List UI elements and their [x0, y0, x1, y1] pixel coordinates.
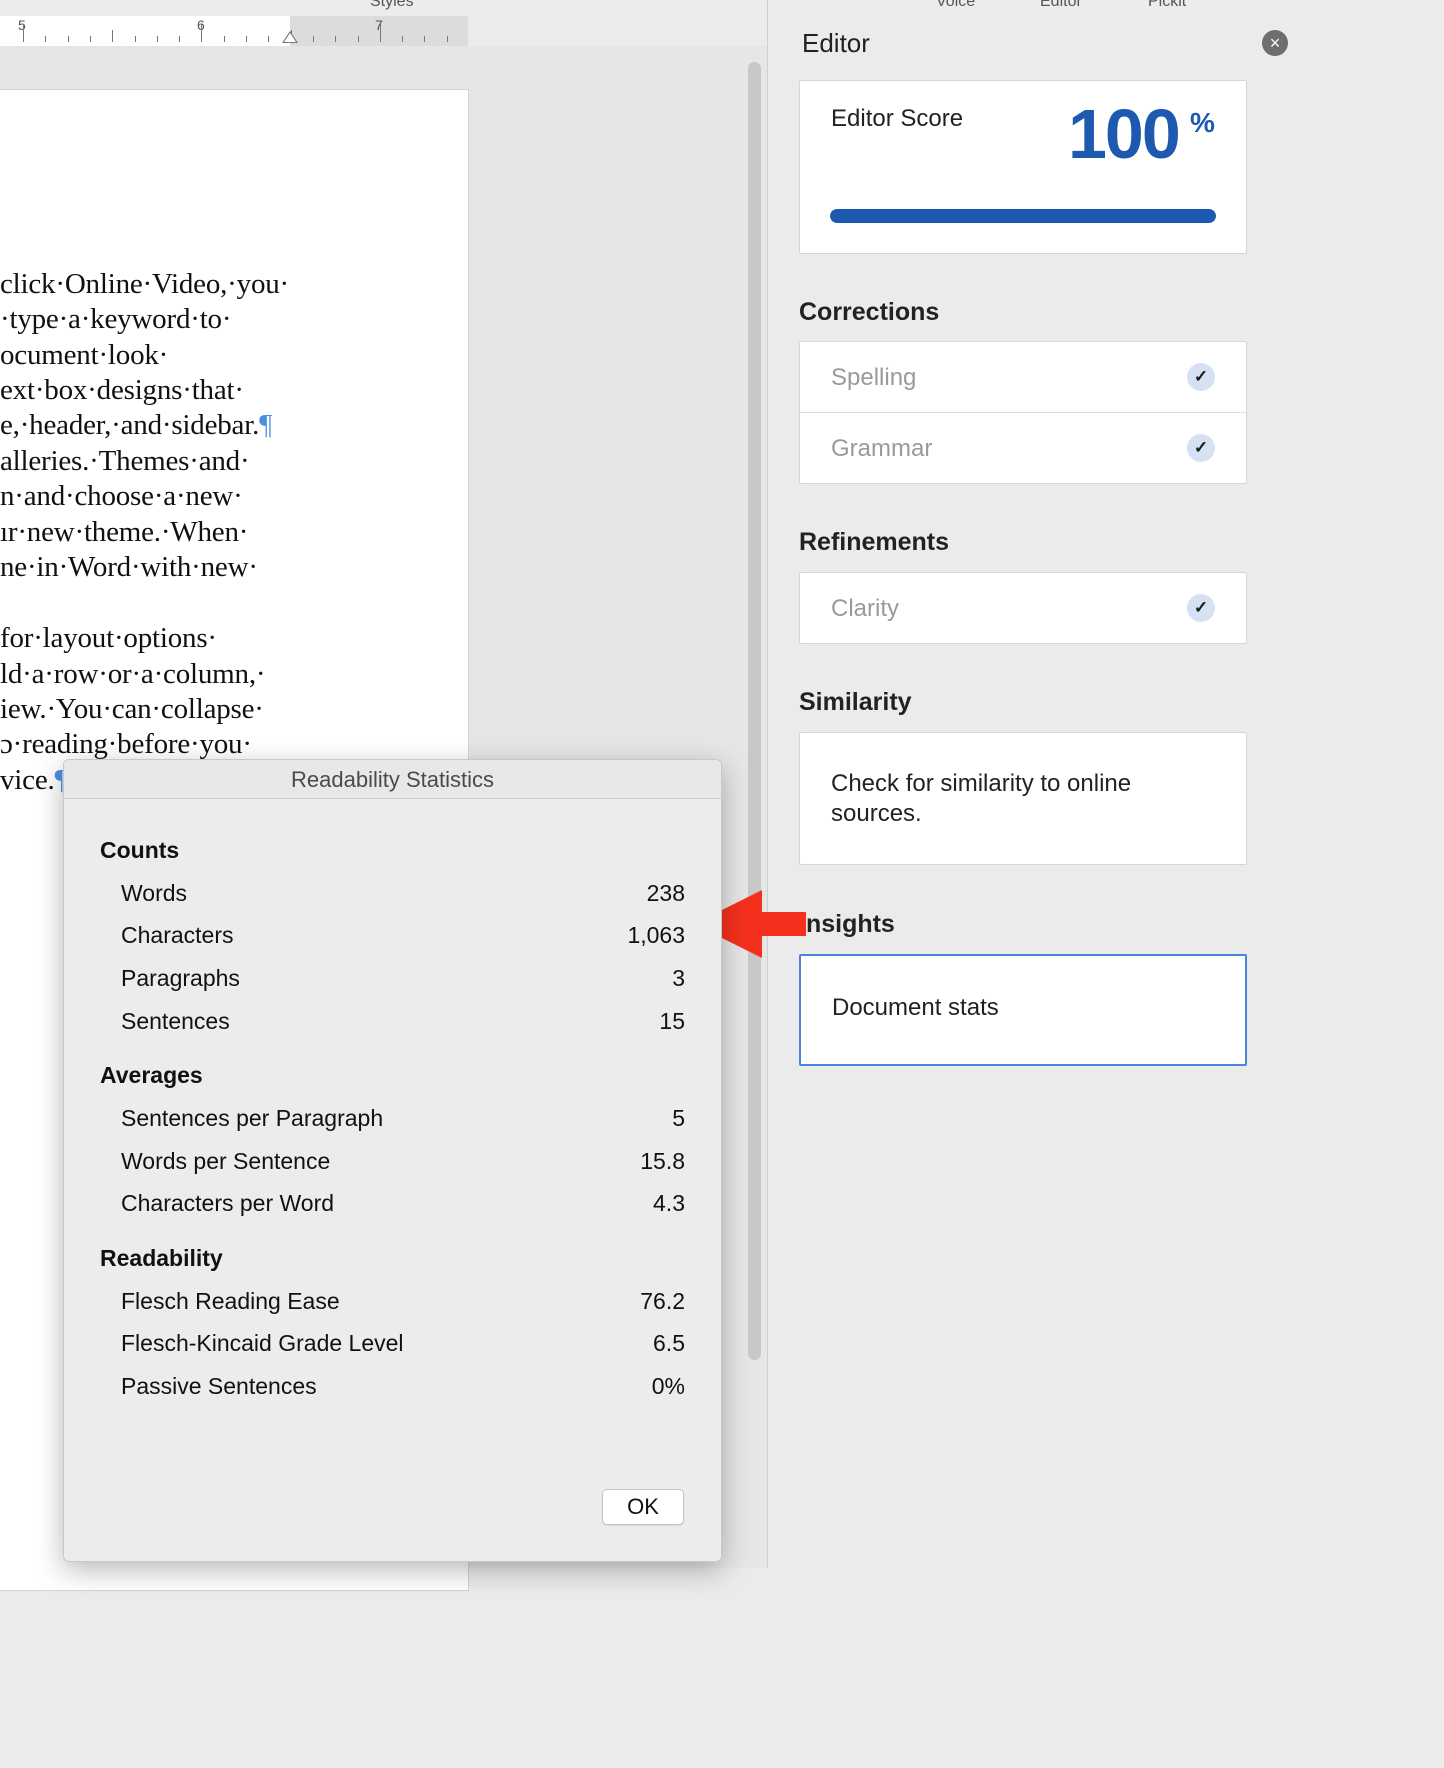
document-line: vice.¶ — [0, 764, 68, 797]
ruler-tick — [357, 36, 359, 42]
words-per-sentence-value: 15.8 — [640, 1148, 685, 1174]
document-line-text: vice. — [0, 764, 55, 796]
editor-ribbon-button[interactable]: Editor — [1040, 0, 1082, 11]
editor-score-bar-fill — [830, 209, 1216, 223]
editor-score-card: Editor Score 100 % — [799, 80, 1247, 254]
paragraphs-value: 3 — [672, 965, 685, 991]
ruler-tick — [223, 36, 225, 42]
editor-score-value: 100 — [1068, 95, 1181, 173]
flesch-reading-ease-value: 76.2 — [640, 1288, 685, 1314]
ruler-tick — [45, 36, 47, 42]
ruler-tick — [446, 36, 448, 42]
ruler-tick — [402, 36, 404, 42]
close-icon[interactable]: × — [1262, 30, 1288, 56]
ruler-tick — [89, 36, 91, 42]
check-icon: ✓ — [1187, 363, 1215, 391]
ok-button[interactable]: OK — [602, 1489, 684, 1525]
document-line: ld·a·row·or·a·column,· — [0, 658, 266, 690]
sentences-value: 15 — [659, 1008, 685, 1034]
ruler-tick — [379, 24, 381, 42]
ruler-tick — [23, 24, 24, 42]
sentences-label: Sentences — [121, 1008, 230, 1034]
sentences-per-paragraph-label: Sentences per Paragraph — [121, 1105, 384, 1131]
ruler-tick — [156, 36, 158, 42]
passive-sentences-label: Passive Sentences — [121, 1373, 317, 1399]
ruler-tick — [268, 36, 270, 42]
words-per-sentence-label: Words per Sentence — [121, 1148, 331, 1174]
styles-button[interactable]: Styles — [370, 0, 414, 11]
document-stats-card[interactable]: Document stats — [799, 954, 1247, 1066]
document-line: n·and·choose·a·new· — [0, 480, 243, 512]
clarity-row[interactable]: Clarity ✓ — [800, 573, 1246, 643]
document-line: ·type·a·keyword·to· — [0, 303, 232, 335]
editor-pane: Editor × Editor Score 100 % Corrections … — [768, 16, 1288, 1568]
pickit-button[interactable]: Pickit — [1148, 0, 1186, 11]
ruler-tick — [112, 30, 114, 42]
right-indent-marker[interactable] — [282, 31, 298, 43]
editor-score-unit: % — [1190, 107, 1215, 138]
corrections-heading: Corrections — [799, 298, 940, 326]
pilcrow-icon: ¶ — [259, 409, 273, 441]
ruler-tick — [67, 36, 69, 42]
document-line: ır·new·theme.·When· — [0, 516, 249, 548]
words-value: 238 — [646, 880, 685, 906]
clarity-label: Clarity — [831, 595, 900, 622]
dialog-title[interactable]: Readability Statistics — [64, 760, 721, 799]
document-line: ext·box·designs·that· — [0, 374, 244, 406]
document-line: alleries.·Themes·and· — [0, 445, 250, 477]
characters-label: Characters — [121, 922, 234, 948]
ruler-tick — [312, 36, 314, 42]
voice-button[interactable]: Voice — [936, 0, 975, 11]
characters-per-word-value: 4.3 — [653, 1190, 685, 1216]
similarity-text: Check for similarity to online sources. — [831, 770, 1132, 827]
words-label: Words — [121, 880, 188, 906]
grammar-row[interactable]: Grammar ✓ — [800, 413, 1246, 483]
document-line: click·Online·Video,·you· — [0, 268, 289, 300]
spelling-row[interactable]: Spelling ✓ — [800, 342, 1246, 413]
pane-title: Editor — [802, 28, 870, 58]
ruler-tick — [424, 36, 426, 42]
editor-score-label: Editor Score — [831, 105, 964, 132]
document-line: ocument·look· — [0, 339, 169, 371]
document-line: ne·in·Word·with·new· — [0, 551, 258, 583]
characters-value: 1,063 — [627, 922, 685, 948]
document-stats-label: Document stats — [832, 994, 999, 1021]
flesch-kincaid-grade-value: 6.5 — [653, 1330, 685, 1356]
grammar-label: Grammar — [831, 435, 933, 462]
refinements-heading: Refinements — [799, 528, 950, 556]
similarity-heading: Similarity — [799, 688, 912, 716]
check-icon: ✓ — [1187, 434, 1215, 462]
refinements-card: Clarity ✓ — [799, 572, 1247, 644]
horizontal-ruler[interactable]: 5 6 7 — [0, 16, 468, 47]
readability-statistics-dialog: Readability Statistics Counts Words 238 … — [63, 759, 722, 1562]
corrections-card: Spelling ✓ Grammar ✓ — [799, 341, 1247, 484]
averages-heading: Averages — [100, 1062, 203, 1088]
flesch-reading-ease-label: Flesch Reading Ease — [121, 1288, 340, 1314]
document-line: ɔ·reading·before·you· — [0, 728, 252, 760]
insights-heading: Insights — [799, 910, 895, 938]
spelling-label: Spelling — [831, 364, 917, 391]
ribbon-strip: Styles Voice Editor Pickit — [0, 0, 1281, 16]
passive-sentences-value: 0% — [651, 1373, 685, 1399]
ruler-tick — [335, 36, 337, 42]
document-line: iew.·You·can·collapse· — [0, 693, 264, 725]
document-line: e,·header,·and·sidebar.¶ — [0, 409, 272, 442]
ruler-tick — [246, 36, 247, 42]
paragraphs-label: Paragraphs — [121, 965, 240, 991]
ruler-number-5: 5 — [18, 17, 26, 33]
readability-heading: Readability — [100, 1245, 223, 1271]
similarity-card[interactable]: Check for similarity to online sources. — [799, 732, 1247, 865]
ruler-tick — [134, 36, 136, 42]
editor-score-bar — [830, 209, 1216, 223]
ruler-tick — [201, 24, 203, 42]
ruler-tick — [179, 36, 181, 42]
document-line: for·layout·options· — [0, 622, 217, 654]
characters-per-word-label: Characters per Word — [121, 1190, 335, 1216]
check-icon: ✓ — [1187, 594, 1215, 622]
flesch-kincaid-grade-label: Flesch-Kincaid Grade Level — [121, 1330, 404, 1356]
counts-heading: Counts — [100, 837, 180, 863]
document-scrollbar[interactable] — [748, 62, 761, 1360]
document-line-text: e,·header,·and·sidebar. — [0, 409, 260, 441]
sentences-per-paragraph-value: 5 — [672, 1105, 685, 1131]
